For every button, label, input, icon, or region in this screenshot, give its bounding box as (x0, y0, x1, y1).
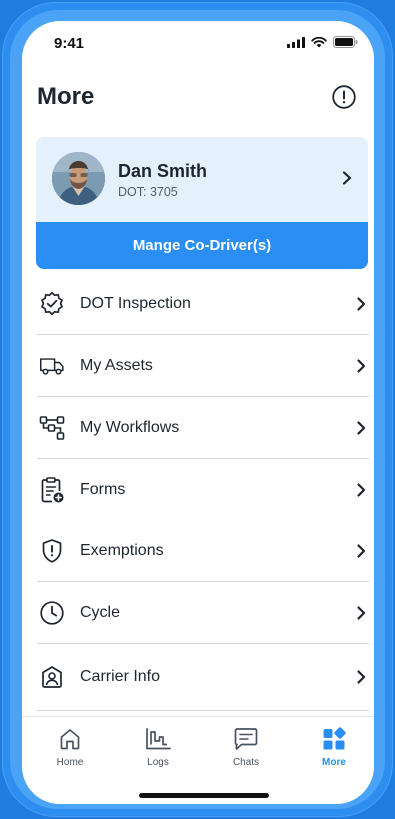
shield-alert-icon (39, 538, 65, 564)
menu-item-label: Carrier Info (80, 668, 161, 685)
workflow-icon (39, 415, 65, 441)
driver-dot-number: DOT: 3705 (118, 185, 178, 199)
chevron-right-icon (357, 605, 366, 620)
badge-check-icon (39, 291, 65, 317)
menu-item-label: Forms (80, 480, 126, 498)
battery-icon (333, 36, 358, 48)
bottom-tab-bar: Home Logs Chats More (22, 716, 374, 804)
cellular-signal-icon (287, 36, 305, 48)
status-bar: 9:41 (22, 21, 374, 65)
chevron-right-icon (357, 670, 366, 684)
tab-chats[interactable]: Chats (216, 727, 276, 768)
tab-label: Logs (147, 757, 169, 768)
grid-icon (304, 727, 364, 753)
chevron-right-icon (357, 296, 366, 311)
driver-profile-card[interactable]: Dan Smith DOT: 3705 Mange Co-Driver(s) (36, 137, 368, 269)
status-icons (287, 36, 358, 48)
avatar (52, 152, 105, 205)
home-icon (40, 727, 100, 753)
chevron-right-icon (357, 482, 366, 497)
chevron-right-icon (342, 171, 352, 185)
chevron-right-icon (357, 420, 366, 435)
info-alert-icon[interactable] (332, 85, 356, 109)
truck-icon (39, 353, 65, 379)
more-menu-list: DOT Inspection My Assets My Workflows Fo… (37, 273, 369, 711)
menu-item-forms[interactable]: Forms (37, 459, 369, 520)
driver-name: Dan Smith (118, 161, 208, 181)
status-time: 9:41 (54, 35, 85, 52)
wifi-icon (311, 36, 327, 47)
home-indicator[interactable] (139, 793, 269, 798)
tab-logs[interactable]: Logs (128, 727, 188, 768)
driver-photo (52, 152, 105, 205)
menu-item-exemptions[interactable]: Exemptions (37, 520, 369, 582)
tab-label: More (322, 757, 346, 768)
menu-item-label: My Assets (80, 356, 153, 374)
carrier-icon (39, 664, 65, 690)
phone-screen: 9:41 More Dan Smith DOT: 3705 Mange Co-D… (22, 21, 374, 804)
tab-label: Chats (232, 757, 260, 768)
chat-icon (216, 727, 276, 753)
logs-chart-icon (128, 727, 188, 753)
tab-more[interactable]: More (304, 727, 364, 768)
manage-co-drivers-button[interactable]: Mange Co-Driver(s) (36, 222, 368, 269)
menu-item-my-assets[interactable]: My Assets (37, 335, 369, 397)
tab-label: Home (56, 757, 84, 768)
menu-item-dot-inspection[interactable]: DOT Inspection (37, 273, 369, 335)
chevron-right-icon (357, 358, 366, 373)
menu-item-carrier-info[interactable]: Carrier Info (37, 644, 369, 711)
menu-item-label: DOT Inspection (80, 294, 191, 312)
clock-icon (39, 600, 65, 626)
menu-item-label: Cycle (80, 603, 121, 621)
chevron-right-icon (357, 543, 366, 558)
menu-item-my-workflows[interactable]: My Workflows (37, 397, 369, 459)
menu-item-cycle[interactable]: Cycle (37, 582, 369, 644)
menu-item-label: My Workflows (80, 418, 180, 436)
menu-item-label: Exemptions (80, 541, 164, 559)
page-title: More (37, 83, 95, 110)
clipboard-add-icon (39, 476, 65, 503)
tab-home[interactable]: Home (40, 727, 100, 768)
